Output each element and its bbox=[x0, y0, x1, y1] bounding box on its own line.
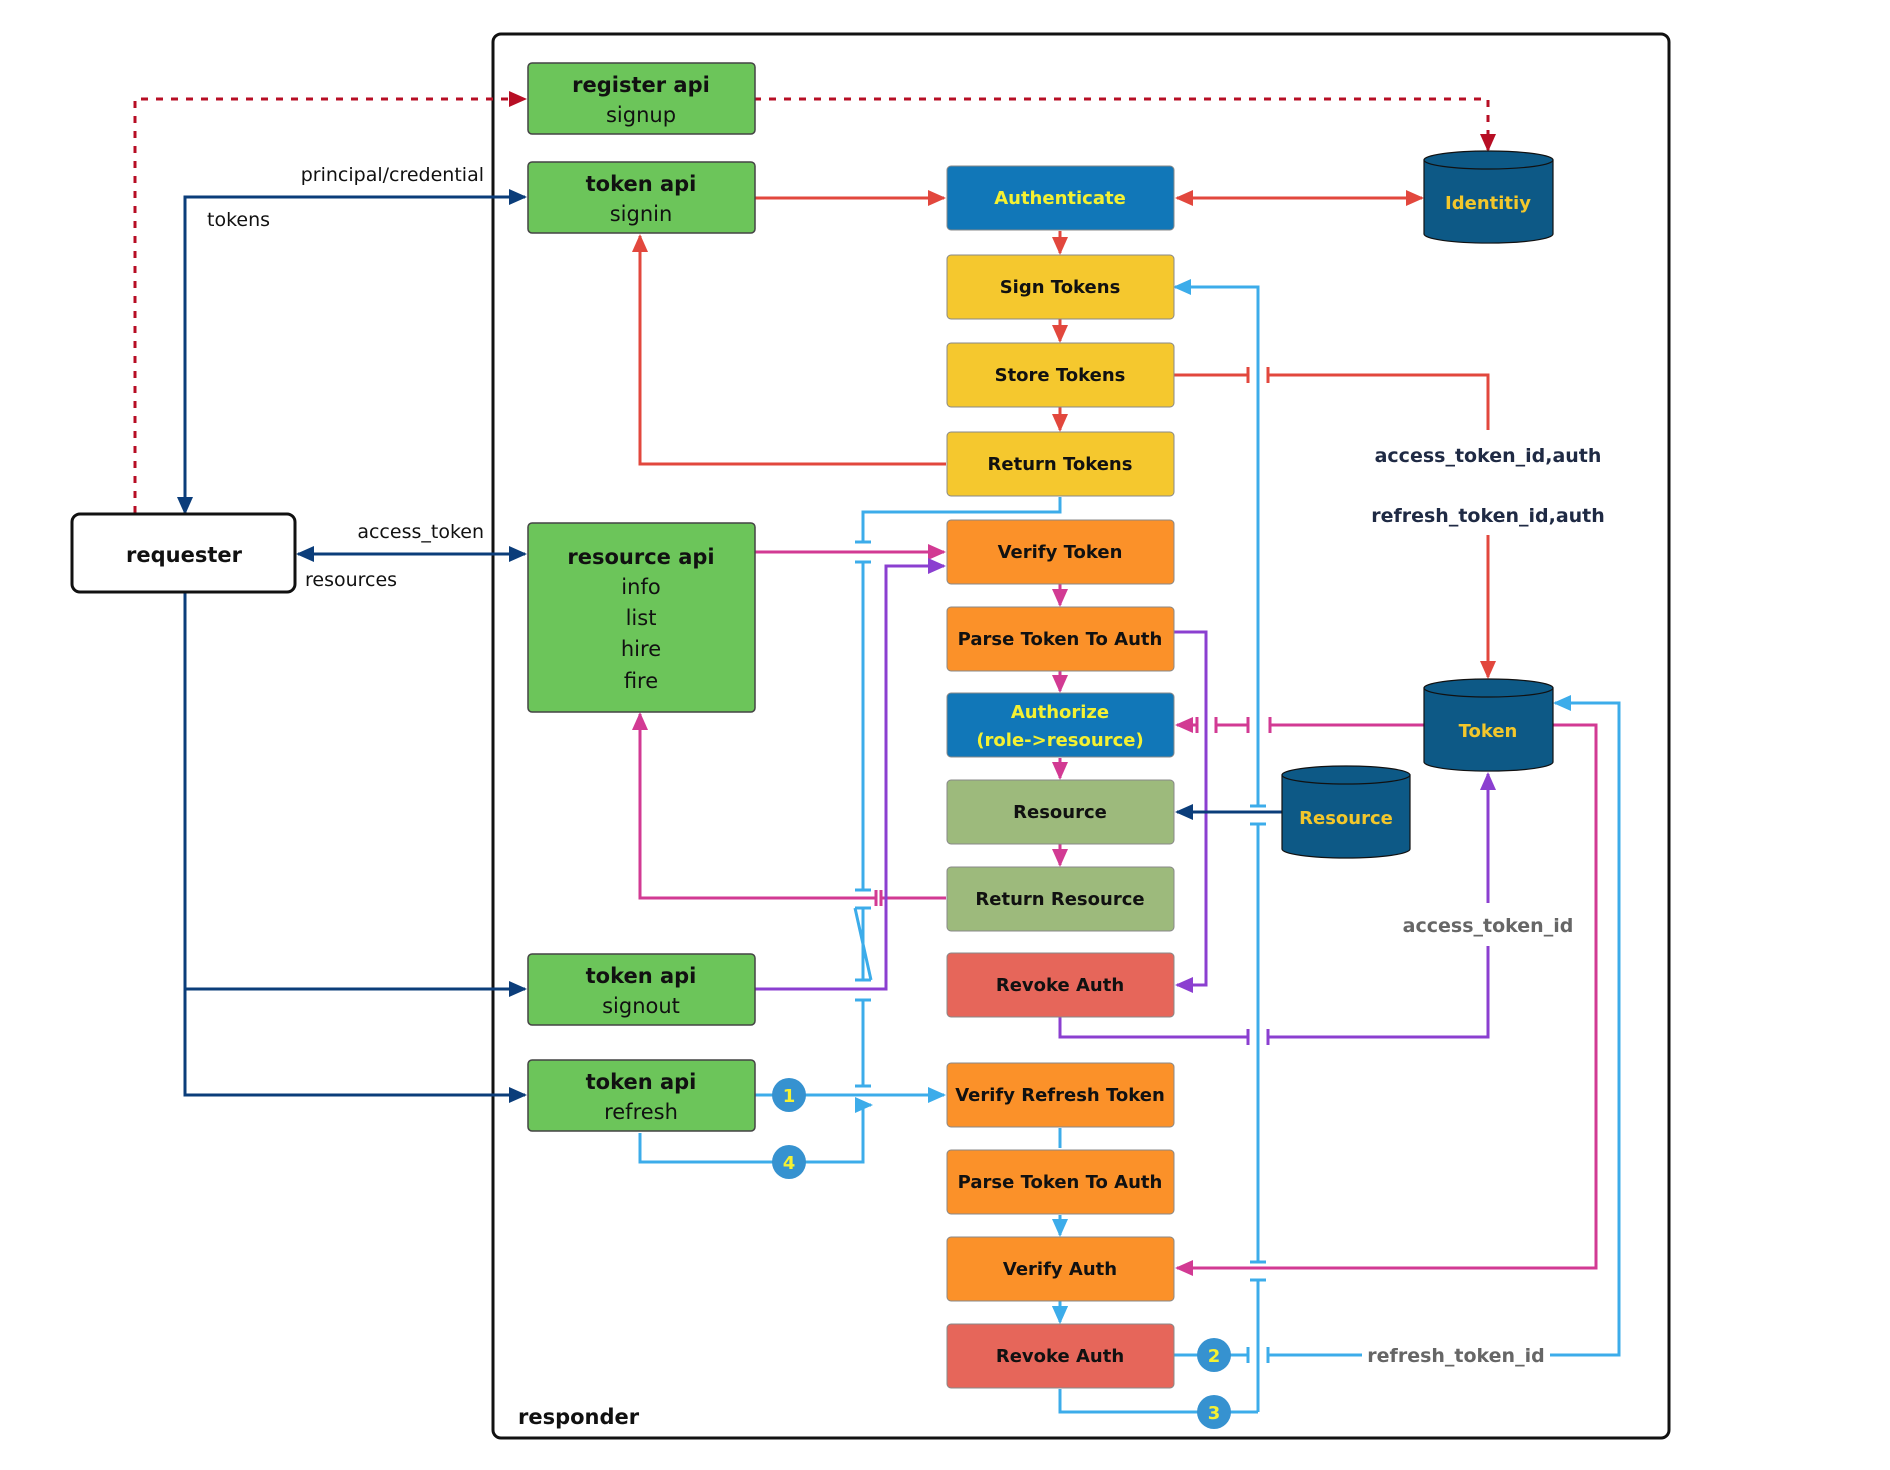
step-label: Verify Token bbox=[998, 542, 1123, 563]
step-parse-token-to-auth[interactable]: Parse Token To Auth bbox=[946, 606, 1175, 672]
edge-parse-revoke bbox=[1173, 630, 1208, 993]
step-revoke-auth-refresh[interactable]: Revoke Auth bbox=[946, 1323, 1175, 1389]
step-verify-refresh-token[interactable]: Verify Refresh Token bbox=[946, 1062, 1175, 1128]
resource-api-title: resource api bbox=[567, 545, 714, 569]
requester-label: requester bbox=[126, 543, 243, 567]
signout-api-box[interactable]: token api signout bbox=[527, 953, 756, 1026]
step-label: Return Resource bbox=[975, 889, 1144, 910]
step-store-tokens[interactable]: Store Tokens bbox=[946, 342, 1175, 408]
edge-store-token-db-b bbox=[1268, 373, 1490, 430]
edge-label-access-token: access_token bbox=[357, 521, 484, 543]
refresh-api-title: token api bbox=[586, 1070, 697, 1094]
edge-principal-credential bbox=[177, 189, 527, 515]
edge-return-resource-to-api bbox=[879, 890, 946, 906]
database-label: Resource bbox=[1299, 808, 1393, 829]
edge-label-tokens: tokens bbox=[207, 209, 270, 231]
edge-requester-to-register bbox=[133, 91, 527, 513]
identity-database[interactable]: Identitiy bbox=[1423, 150, 1554, 244]
signin-api-endpoint: signin bbox=[610, 202, 673, 226]
step-resource[interactable]: Resource bbox=[946, 779, 1175, 845]
step-label: Verify Refresh Token bbox=[955, 1085, 1165, 1106]
resource-api-endpoint: list bbox=[626, 606, 657, 630]
step-revoke-auth-signout[interactable]: Revoke Auth bbox=[946, 952, 1175, 1018]
step-badge-4: 4 bbox=[772, 1145, 806, 1179]
resource-database[interactable]: Resource bbox=[1281, 765, 1411, 859]
svg-text:3: 3 bbox=[1208, 1403, 1221, 1424]
requester-node[interactable]: requester bbox=[70, 512, 297, 594]
step-label: Authorize bbox=[1011, 702, 1109, 723]
register-api-endpoint: signup bbox=[606, 103, 676, 127]
step-label: Revoke Auth bbox=[996, 1346, 1124, 1367]
step-label: Parse Token To Auth bbox=[958, 1172, 1163, 1193]
step-label: Store Tokens bbox=[995, 365, 1126, 386]
resource-api-box[interactable]: resource api info list hire fire bbox=[527, 522, 756, 713]
step-label: Verify Auth bbox=[1003, 1259, 1117, 1280]
signin-api-box[interactable]: token api signin bbox=[527, 161, 756, 234]
resource-api-endpoint: info bbox=[621, 575, 660, 599]
edge-label-access-token-id-auth: access_token_id,auth bbox=[1375, 445, 1602, 467]
step-sublabel: (role->resource) bbox=[976, 730, 1143, 751]
svg-text:1: 1 bbox=[783, 1086, 796, 1107]
step-label: Return Tokens bbox=[988, 454, 1133, 475]
edge-label-refresh-token-id: refresh_token_id bbox=[1367, 1345, 1544, 1367]
step-badge-2: 2 bbox=[1197, 1338, 1231, 1372]
step-return-resource[interactable]: Return Resource bbox=[946, 866, 1175, 932]
step-label: Sign Tokens bbox=[1000, 277, 1121, 298]
step-label: Authenticate bbox=[994, 188, 1126, 209]
step-label: Revoke Auth bbox=[996, 975, 1124, 996]
edge-signout bbox=[183, 592, 527, 1103]
step-badge-3: 3 bbox=[1197, 1395, 1231, 1429]
svg-text:4: 4 bbox=[783, 1153, 796, 1174]
step-verify-token[interactable]: Verify Token bbox=[946, 519, 1175, 585]
step-authenticate[interactable]: Authenticate bbox=[946, 165, 1175, 231]
step-badge-1: 1 bbox=[772, 1078, 806, 1112]
step-verify-auth[interactable]: Verify Auth bbox=[946, 1236, 1175, 1302]
edge-register-to-identity bbox=[754, 97, 1496, 152]
edge-label-refresh-token-id-auth: refresh_token_id,auth bbox=[1371, 505, 1605, 527]
step-sign-tokens[interactable]: Sign Tokens bbox=[946, 254, 1175, 320]
step-parse-token-to-auth-refresh[interactable]: Parse Token To Auth bbox=[946, 1149, 1175, 1215]
edge-token-db-authorize bbox=[1268, 717, 1424, 733]
database-label: Identitiy bbox=[1445, 193, 1531, 214]
edge-label-resources: resources bbox=[305, 569, 397, 591]
svg-text:2: 2 bbox=[1208, 1346, 1221, 1367]
edge-label-principal-credential: principal/credential bbox=[301, 164, 484, 186]
step-label: Parse Token To Auth bbox=[958, 629, 1163, 650]
resource-api-endpoint: hire bbox=[621, 637, 661, 661]
signout-api-endpoint: signout bbox=[602, 994, 680, 1018]
edge-refresh-token-id bbox=[1266, 1347, 1362, 1363]
register-api-title: register api bbox=[572, 73, 710, 97]
edge-return-signin bbox=[632, 234, 946, 466]
signout-api-title: token api bbox=[586, 964, 697, 988]
responder-label: responder bbox=[518, 1405, 640, 1429]
token-database[interactable]: Token bbox=[1423, 678, 1554, 772]
auth-flow-diagram: responder requester register api signup … bbox=[70, 32, 1671, 1440]
edge-revoke-token-db bbox=[1058, 1017, 1250, 1045]
connectors bbox=[133, 91, 1621, 1414]
step-return-tokens[interactable]: Return Tokens bbox=[946, 431, 1175, 497]
signin-api-title: token api bbox=[586, 172, 697, 196]
edge-signout-verify bbox=[754, 558, 946, 991]
step-authorize[interactable]: Authorize (role->resource) bbox=[946, 692, 1175, 758]
refresh-api-box[interactable]: token api refresh bbox=[527, 1059, 756, 1132]
database-label: Token bbox=[1459, 721, 1518, 742]
refresh-api-endpoint: refresh bbox=[604, 1100, 678, 1124]
resource-api-endpoint: fire bbox=[624, 669, 658, 693]
step-label: Resource bbox=[1013, 802, 1107, 823]
register-api-box[interactable]: register api signup bbox=[527, 62, 756, 135]
edge-label-access-token-id: access_token_id bbox=[1403, 915, 1574, 937]
